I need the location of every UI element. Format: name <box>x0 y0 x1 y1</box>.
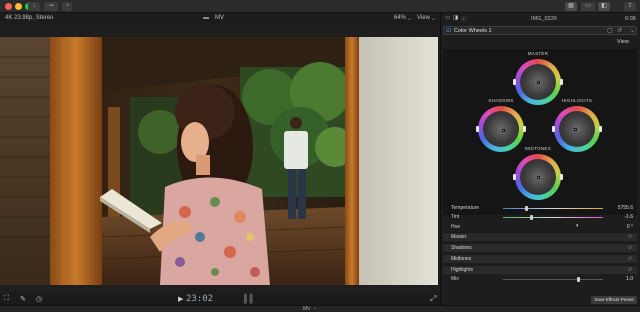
highlights-brightness-slider[interactable] <box>599 126 602 132</box>
viewer-header: 4K 23.98p, Stereo ▬ MV 64% ⌄ View ⌄ <box>0 13 440 24</box>
keyword-icon[interactable]: ⊸ <box>44 2 58 11</box>
viewer-frame[interactable] <box>0 37 438 285</box>
hue-row: Hue ◑ 0 ° <box>443 223 637 232</box>
library-layout-icon[interactable]: ▦ <box>565 2 577 11</box>
temperature-knob[interactable] <box>525 206 528 211</box>
midtones-section[interactable]: Midtones ↺ <box>443 254 637 263</box>
highlights-section-label: Highlights <box>451 267 473 273</box>
import-icon[interactable]: ↓ <box>28 2 40 11</box>
effect-chevron-icon[interactable]: ⌄ <box>630 27 635 34</box>
tint-value[interactable]: -1.6 <box>624 214 633 220</box>
master-section[interactable]: Master ↺ <box>443 232 637 241</box>
shadows-section-label: Shadows <box>451 245 472 251</box>
shadows-brightness-slider[interactable] <box>523 126 526 132</box>
temperature-row: Temperature 5755.6 <box>443 204 637 213</box>
video-frame-image <box>0 37 438 285</box>
viewer-controls: ⛶ ✎ ◷ ▶ 23:02 ▌▌ ⤢ <box>0 293 440 305</box>
midtones-section-label: Midtones <box>451 256 472 262</box>
inspector-panel: ▭ ◨ ⓘ IMG_0339 6:08 ☑ Color Wheels 1 ▢ ↺… <box>440 13 640 312</box>
hue-value[interactable]: 0 ° <box>627 224 633 230</box>
info-inspector-icon[interactable]: ⓘ <box>461 15 467 23</box>
shadows-section[interactable]: Shadows ↺ <box>443 243 637 252</box>
master-brightness-slider[interactable] <box>560 79 563 85</box>
mix-knob[interactable] <box>577 277 580 282</box>
share-icon[interactable]: ⇪ <box>624 2 636 11</box>
temperature-slider[interactable] <box>503 208 603 209</box>
close-window-button[interactable] <box>5 3 12 10</box>
effect-name: Color Wheels 1 <box>454 28 492 34</box>
tint-row: Tint -1.6 <box>443 213 637 222</box>
format-info: 4K 23.98p, Stereo <box>5 15 54 21</box>
temperature-value[interactable]: 5755.6 <box>618 205 633 211</box>
color-wheels-area: MASTER SHADOWS HIGHLIGHTS MIDTONES <box>443 49 637 215</box>
shadows-wheel-label: SHADOWS <box>488 98 514 103</box>
viewer-view-menu[interactable]: View <box>417 15 430 21</box>
highlights-reset-icon[interactable]: ↺ <box>628 267 632 273</box>
video-inspector-icon[interactable]: ▭ <box>445 15 450 21</box>
midtones-sat-slider[interactable] <box>513 174 516 180</box>
master-sat-slider[interactable] <box>513 79 516 85</box>
temperature-label: Temperature <box>451 205 480 211</box>
zoom-level[interactable]: 64% <box>394 15 406 21</box>
timecode-placeholder-icon: ▌▌ <box>244 294 256 303</box>
shadows-sat-slider[interactable] <box>476 126 479 132</box>
inspector-view-menu[interactable]: View <box>617 39 629 45</box>
tint-knob[interactable] <box>530 215 533 220</box>
play-icon[interactable]: ▶ <box>178 295 183 303</box>
master-puck[interactable] <box>536 80 540 84</box>
midtones-brightness-slider[interactable] <box>560 174 563 180</box>
effect-selector[interactable]: ☑ Color Wheels 1 ▢ ↺ ⌄ <box>443 26 637 35</box>
highlights-puck[interactable] <box>574 127 577 131</box>
clip-duration: 6:08 <box>625 16 636 22</box>
mix-value[interactable]: 1.0 <box>626 276 633 282</box>
highlights-section[interactable]: Highlights ↺ <box>443 265 637 274</box>
save-effects-preset-button[interactable]: Save Effects Preset <box>591 296 637 304</box>
speed-icon[interactable]: ◷ <box>36 295 42 303</box>
shadows-reset-icon[interactable]: ↺ <box>628 245 632 251</box>
clip-id: IMG_0339 <box>531 16 557 22</box>
enhance-icon[interactable]: ✎ <box>20 295 26 303</box>
hue-dial-icon[interactable]: ◑ <box>575 223 579 229</box>
mix-label: Mix <box>451 276 459 282</box>
viewer-clip-name: MV <box>215 15 224 21</box>
highlights-wheel-label: HIGHLIGHTS <box>561 98 593 103</box>
timeline-toolbar: MV ⌄ <box>0 305 640 312</box>
master-wheel-label: MASTER <box>527 51 549 56</box>
master-section-label: Master <box>451 234 467 240</box>
mix-row: Mix 1.0 <box>443 275 637 284</box>
timeline-layout-icon[interactable]: ▭ <box>581 2 595 11</box>
mask-icon[interactable]: ▢ <box>607 27 613 34</box>
color-inspector-icon[interactable]: ◨ <box>453 15 458 21</box>
project-chevron-icon[interactable]: ⌄ <box>313 305 317 311</box>
project-name: MV <box>303 306 311 312</box>
minimize-window-button[interactable] <box>15 3 22 10</box>
hue-label: Hue <box>451 224 461 230</box>
clip-icon: ▬ <box>203 15 209 21</box>
fullscreen-icon[interactable]: ⤢ <box>430 294 436 304</box>
window-titlebar: ↓ ⊸ ◔ ▦ ▭ ◧ ⇪ <box>0 0 640 13</box>
reset-icon[interactable]: ↺ <box>617 27 622 34</box>
master-reset-icon[interactable]: ↺ <box>628 234 632 240</box>
shadows-puck[interactable] <box>502 128 505 132</box>
midtones-puck[interactable] <box>536 175 540 179</box>
effect-toggle-icon[interactable]: ☑ <box>446 28 451 34</box>
mix-slider[interactable] <box>503 279 603 280</box>
background-tasks-icon[interactable]: ◔ <box>62 2 72 11</box>
midtones-wheel[interactable] <box>513 154 563 200</box>
zoom-chevron-icon[interactable]: ⌄ <box>407 15 412 22</box>
view-chevron-icon[interactable]: ⌄ <box>431 15 436 22</box>
tint-slider[interactable] <box>503 217 603 218</box>
midtones-reset-icon[interactable]: ↺ <box>628 256 632 262</box>
tint-label: Tint <box>451 214 460 220</box>
timecode-display[interactable]: 23:02 <box>186 294 213 304</box>
transform-icon[interactable]: ⛶ <box>4 295 9 303</box>
midtones-wheel-label: MIDTONES <box>524 146 552 151</box>
highlights-sat-slider[interactable] <box>552 126 555 132</box>
inspector-layout-icon[interactable]: ◧ <box>598 2 610 11</box>
